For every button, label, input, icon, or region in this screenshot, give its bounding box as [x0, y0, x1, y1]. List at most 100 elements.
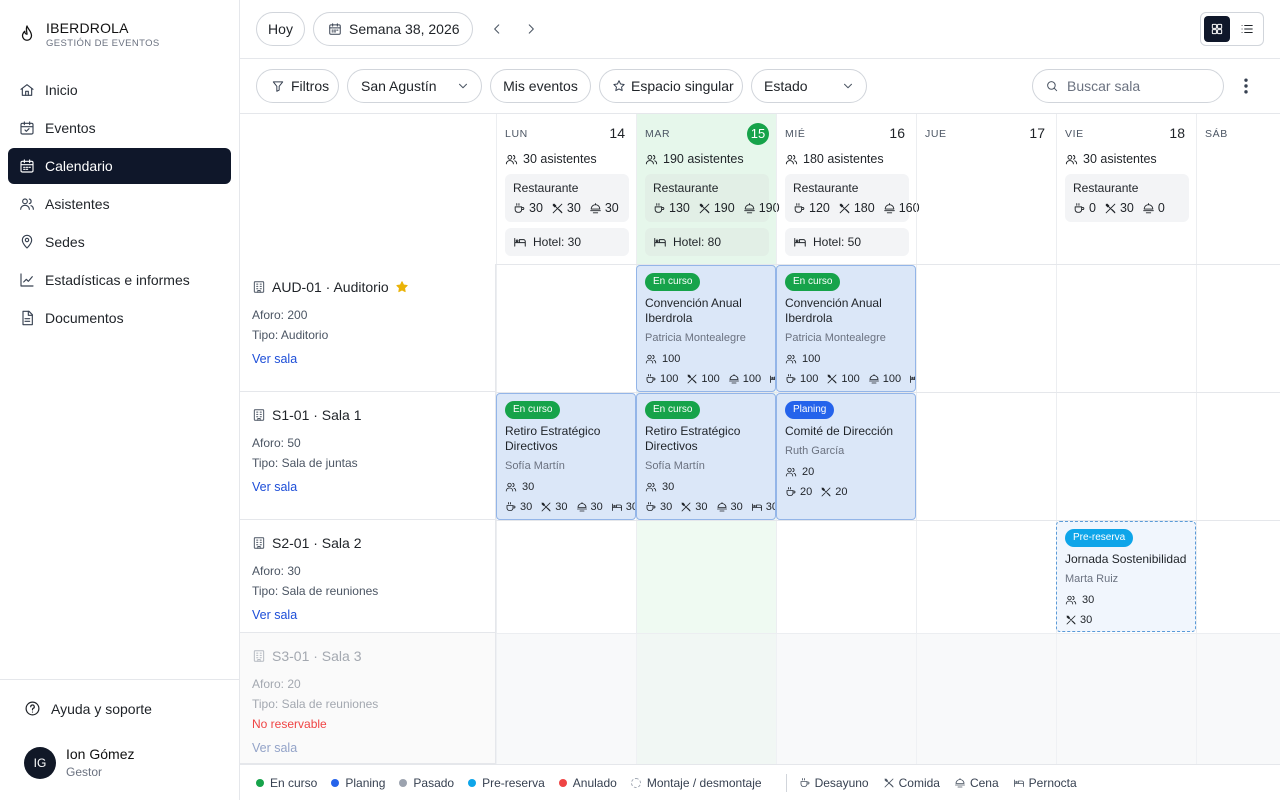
day-attendees: 30 asistentes — [505, 152, 597, 166]
my-events-button[interactable]: Mis eventos — [490, 69, 591, 103]
list-icon — [1240, 22, 1254, 36]
nav-item-label: Estadísticas e informes — [45, 272, 190, 288]
restaurant-summary: Restaurante 120 180 160 — [785, 174, 920, 222]
grid-view-button[interactable] — [1204, 16, 1230, 42]
sidebar-footer: Ayuda y soporte IG Ion Gómez Gestor — [0, 679, 239, 779]
users-small-icon — [645, 481, 657, 493]
today-button[interactable]: Hoy — [256, 12, 305, 46]
bed-icon — [769, 373, 775, 385]
user-profile[interactable]: IG Ion Gómez Gestor — [24, 746, 134, 779]
event-card[interactable]: Pre-reserva Jornada Sostenibilidad Marta R… — [1056, 521, 1196, 632]
cutlery-icon — [826, 373, 838, 385]
previous-week-icon[interactable] — [490, 22, 504, 36]
nav-item-estadisticas[interactable]: Estadísticas e informes — [8, 262, 231, 298]
users-small-icon — [505, 153, 518, 166]
hotel-text: Hotel: 80 — [673, 235, 722, 249]
event-status-badge: En curso — [785, 273, 841, 291]
event-attendees-value: 30 — [662, 481, 675, 493]
nav-item-documentos[interactable]: Documentos — [8, 300, 231, 336]
event-meal-value: 100 — [841, 373, 860, 385]
event-attendees: 20 — [785, 466, 814, 478]
today-label: Hoy — [268, 21, 293, 37]
singular-space-button[interactable]: Espacio singular — [599, 69, 743, 103]
avatar: IG — [24, 746, 56, 779]
week-picker-button[interactable]: Semana 38, 2026 — [313, 12, 473, 46]
dinner-icon — [954, 777, 966, 789]
breakfast-icon — [645, 501, 657, 513]
filters-button[interactable]: Filtros — [256, 69, 339, 103]
nav-item-asistentes[interactable]: Asistentes — [8, 186, 231, 222]
legend-status-item: En curso — [256, 776, 317, 790]
day-attendees: 190 asistentes — [645, 152, 744, 166]
help-link[interactable]: Ayuda y soporte — [24, 700, 152, 717]
nav-item-calendario[interactable]: Calendario — [8, 148, 231, 184]
nav-item-label: Calendario — [45, 158, 113, 174]
event-meal: 100 — [728, 373, 761, 385]
restaurant-meals: 120 180 160 — [793, 201, 920, 215]
event-attendees: 30 — [645, 481, 674, 493]
cutlery-icon — [686, 373, 698, 385]
list-view-button[interactable] — [1234, 16, 1260, 42]
event-title: Jornada Sostenibilidad — [1065, 552, 1191, 567]
event-meal: 100 — [868, 373, 901, 385]
nav-item-eventos[interactable]: Eventos — [8, 110, 231, 146]
legend-divider — [785, 773, 787, 792]
legend-status-label: Montaje / desmontaje — [646, 775, 762, 790]
more-options-icon[interactable] — [1236, 76, 1256, 96]
nav-item-label: Asistentes — [45, 196, 110, 212]
event-meal-value: 100 — [660, 373, 679, 385]
event-card[interactable]: En curso Retiro Estratégico Directivos Sofí… — [496, 393, 636, 520]
breakfast-icon — [513, 202, 526, 215]
room-row-header: S3-01 · Sala 3 Aforo: 20 Tipo: Sala de reu… — [240, 633, 496, 764]
nav-item-label: Sedes — [45, 234, 85, 250]
event-meal: 30 — [576, 501, 603, 513]
event-meal: 30 — [505, 501, 532, 513]
event-meal: 20 — [820, 486, 848, 498]
day-header: MIÉ 16 180 asistentes Restaurante 120 180 160 H… — [777, 114, 920, 264]
sidebar: IBERDROLA GESTIÓN DE EVENTOS Inicio Event… — [0, 0, 240, 800]
breakfast-icon — [799, 777, 811, 789]
event-title: Retiro Estratégico Directivos — [645, 424, 771, 454]
legend-status-dot — [558, 778, 567, 787]
event-card[interactable]: Planing Comité de Dirección Ruth García 20 2… — [776, 393, 916, 520]
legend-status-item: Anulado — [558, 776, 617, 790]
meal-value: 120 — [809, 201, 830, 215]
legend-meal-item: Cena — [954, 776, 999, 790]
next-week-icon[interactable] — [524, 22, 538, 36]
event-organizer: Patricia Montealegre — [645, 332, 746, 344]
event-attendees-value: 100 — [662, 353, 681, 365]
nav-item-sedes[interactable]: Sedes — [8, 224, 231, 260]
day-attendees: 180 asistentes — [785, 152, 884, 166]
meal-count: 190 — [698, 201, 735, 215]
breakfast-icon — [793, 202, 806, 215]
event-status-badge: Pre-reserva — [1065, 529, 1134, 547]
view-room-link[interactable]: Ver sala — [252, 352, 297, 366]
room-row-header: AUD-01 · Auditorio Aforo: 200 Tipo: Audito… — [240, 264, 496, 392]
room-search — [1032, 69, 1224, 103]
event-meals: 30 — [1065, 614, 1092, 626]
dinner-icon — [716, 501, 728, 513]
status-select[interactable]: Estado — [751, 69, 867, 103]
view-room-link[interactable]: Ver sala — [252, 480, 297, 494]
nav-item-inicio[interactable]: Inicio — [8, 72, 231, 108]
map-pin-icon — [19, 234, 35, 250]
event-card[interactable]: En curso Convención Anual Iberdrola Patrici… — [776, 265, 916, 392]
meal-value: 30 — [1119, 201, 1134, 215]
event-meal: 30 — [1065, 614, 1092, 626]
view-room-link[interactable]: Ver sala — [252, 608, 297, 622]
view-room-link[interactable]: Ver sala — [252, 741, 297, 755]
building-icon — [252, 649, 266, 663]
hotel-summary: Hotel: 50 — [785, 228, 909, 256]
event-meal-value: 100 — [882, 373, 902, 385]
building-icon — [252, 408, 266, 422]
brand[interactable]: IBERDROLA GESTIÓN DE EVENTOS — [18, 20, 160, 49]
event-attendees: 30 — [505, 481, 534, 493]
site-select[interactable]: San Agustín — [347, 69, 482, 103]
day-attendees-text: 30 asistentes — [1083, 152, 1157, 166]
search-input[interactable] — [1067, 78, 1207, 94]
room-row-header: S2-01 · Sala 2 Aforo: 30 Tipo: Sala de reu… — [240, 520, 496, 633]
day-attendees-text: 180 asistentes — [803, 152, 884, 166]
event-meal-value: 30 — [590, 501, 603, 513]
event-card[interactable]: En curso Retiro Estratégico Directivos Sofí… — [636, 393, 776, 520]
event-card[interactable]: En curso Convención Anual Iberdrola Patrici… — [636, 265, 776, 392]
